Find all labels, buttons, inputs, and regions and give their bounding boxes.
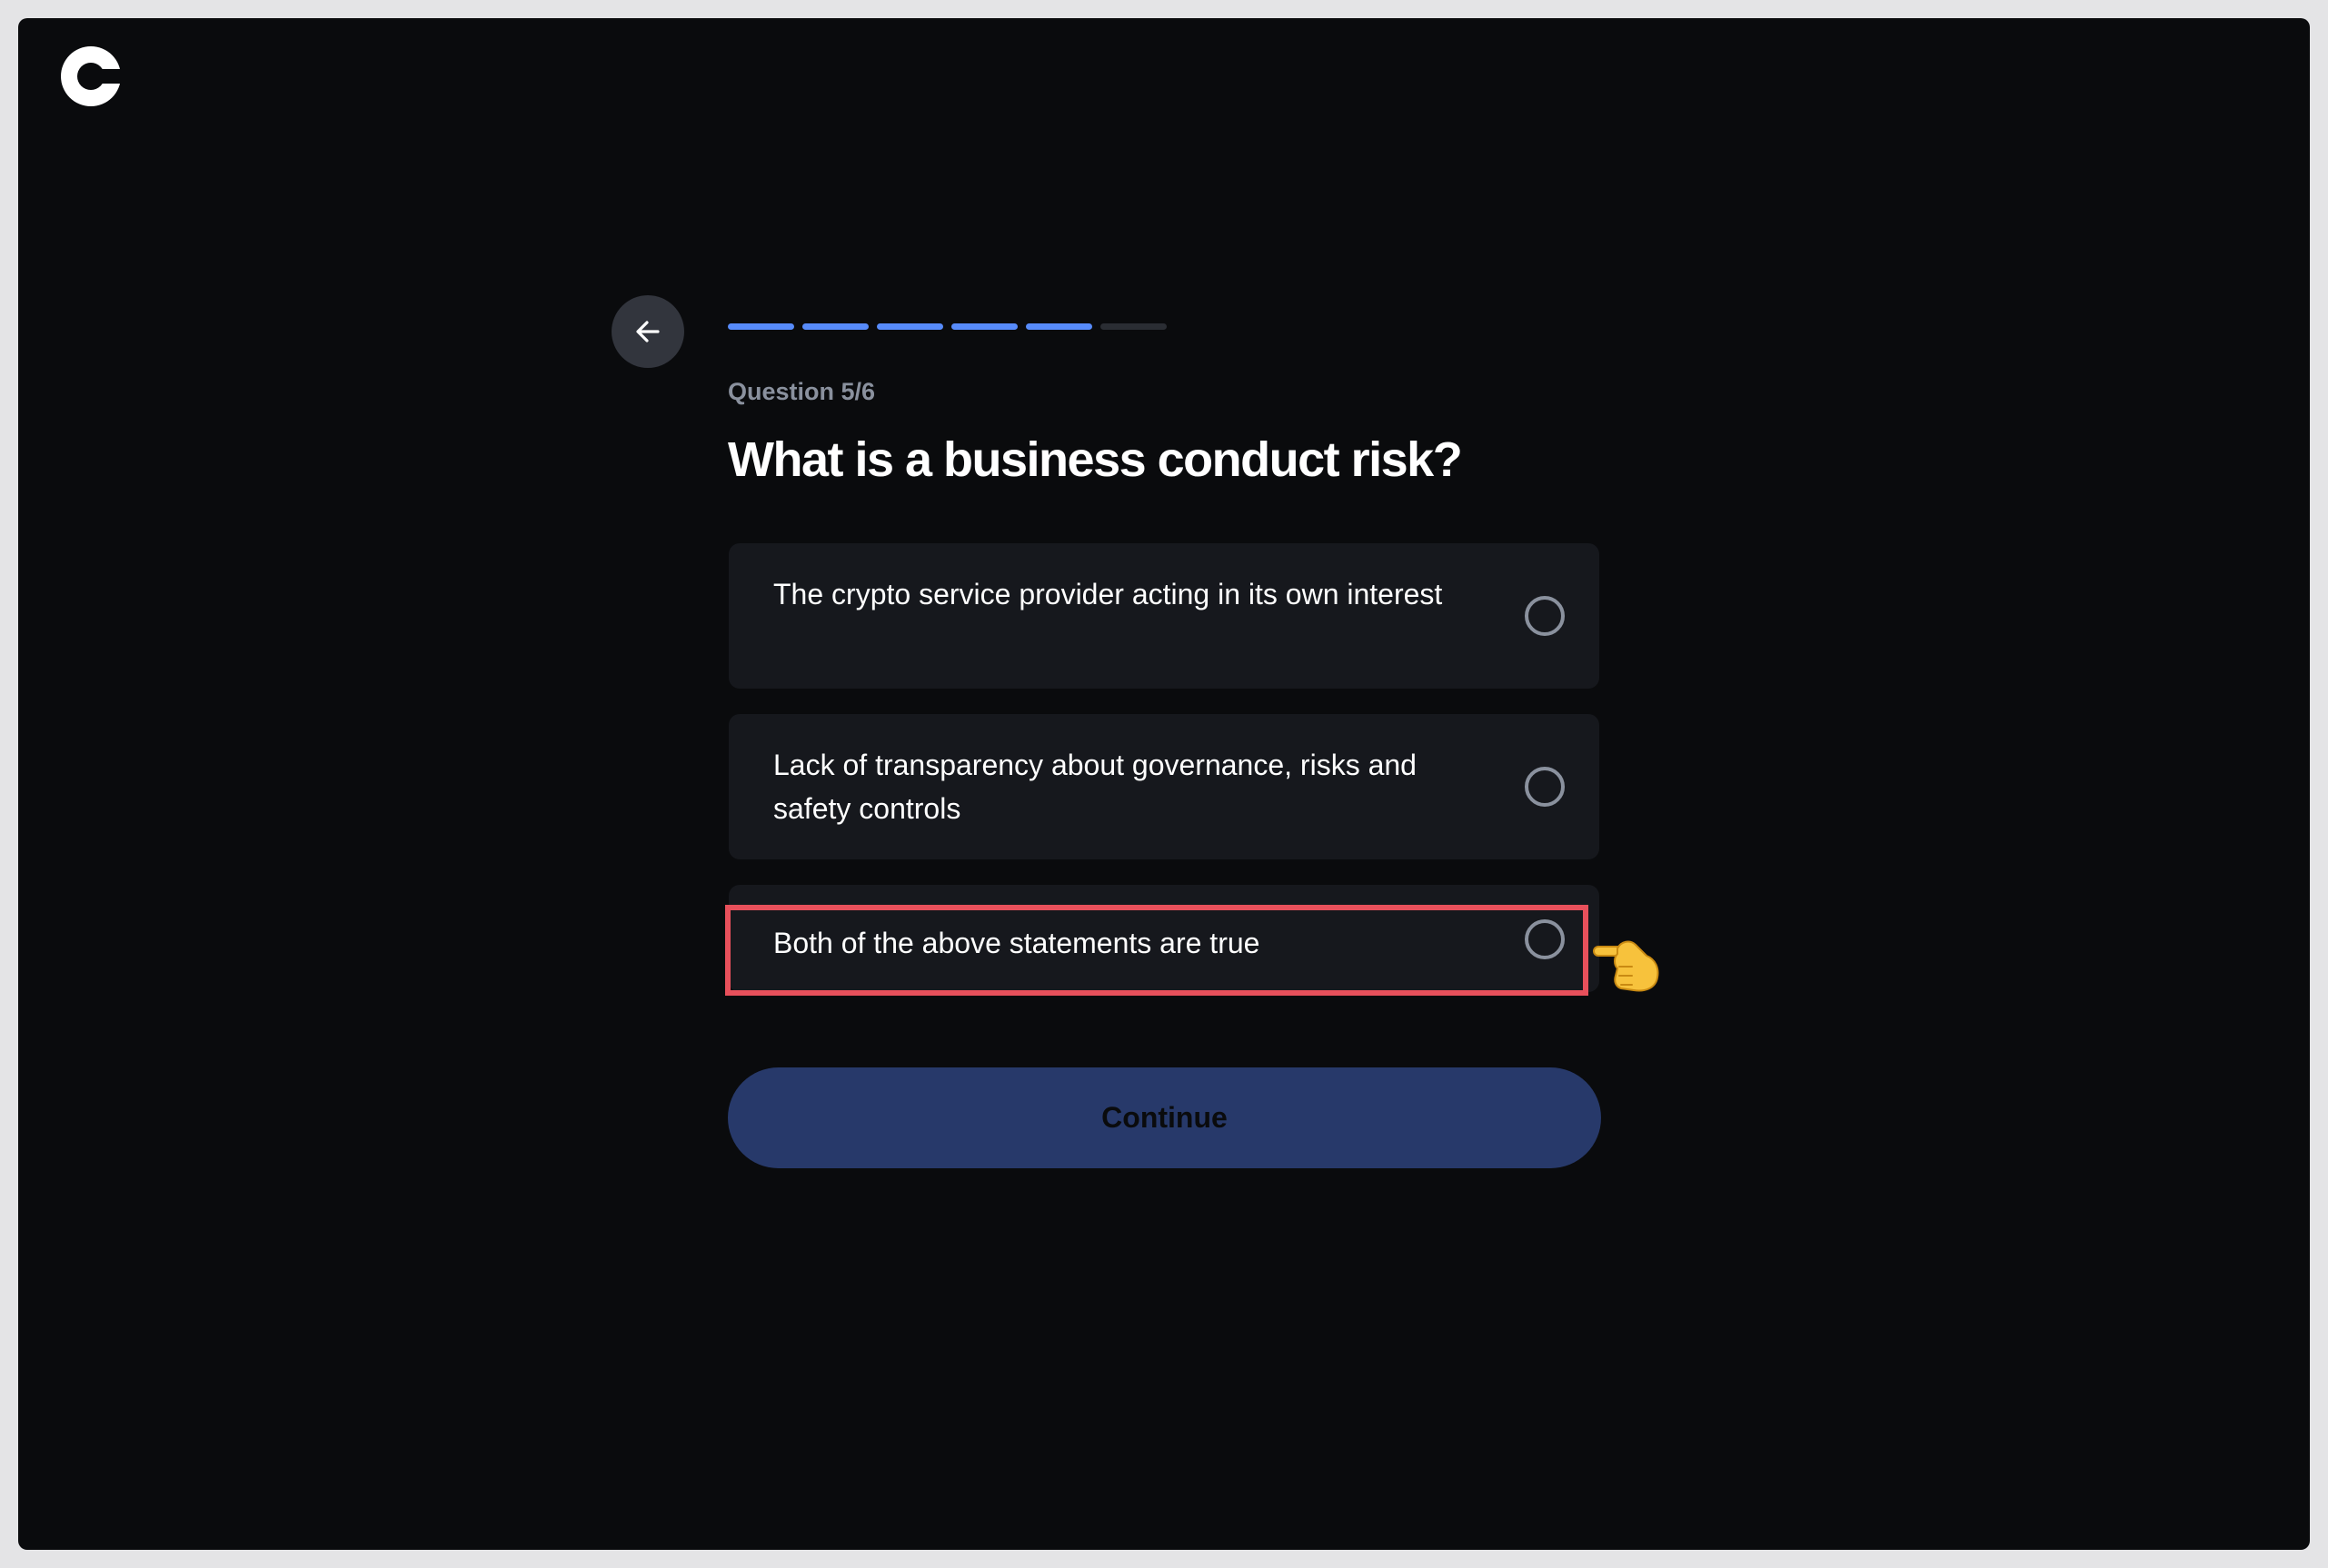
pointing-hand-icon: [1593, 940, 1659, 992]
radio-unchecked-icon[interactable]: [1525, 596, 1565, 636]
answer-option-label: Both of the above statements are true: [773, 927, 1260, 959]
progress-bar: [728, 323, 1167, 330]
answer-option-3[interactable]: Both of the above statements are true: [729, 885, 1599, 992]
answer-option-label: The crypto service provider acting in it…: [773, 578, 1443, 610]
arrow-left-icon: [636, 321, 660, 342]
progress-segment: [802, 323, 869, 330]
question-counter: Question 5/6: [728, 378, 876, 405]
answer-option-1[interactable]: The crypto service provider acting in it…: [729, 543, 1599, 689]
coinbase-logo-icon[interactable]: [61, 46, 121, 106]
progress-segment: [877, 323, 943, 330]
radio-unchecked-icon[interactable]: [1525, 919, 1565, 959]
progress-segment: [728, 323, 794, 330]
app-window: Question 5/6 What is a business conduct …: [18, 18, 2310, 1550]
back-button[interactable]: [612, 295, 684, 368]
answer-option-label: Lack of transparency about governance, r…: [773, 749, 1417, 825]
progress-segment: [1026, 323, 1092, 330]
radio-unchecked-icon[interactable]: [1525, 767, 1565, 807]
progress-segment: [951, 323, 1018, 330]
continue-button[interactable]: Continue: [728, 1067, 1601, 1168]
progress-segment: [1100, 323, 1167, 330]
answer-option-2[interactable]: Lack of transparency about governance, r…: [729, 714, 1599, 859]
question-title: What is a business conduct risk?: [728, 432, 1463, 487]
